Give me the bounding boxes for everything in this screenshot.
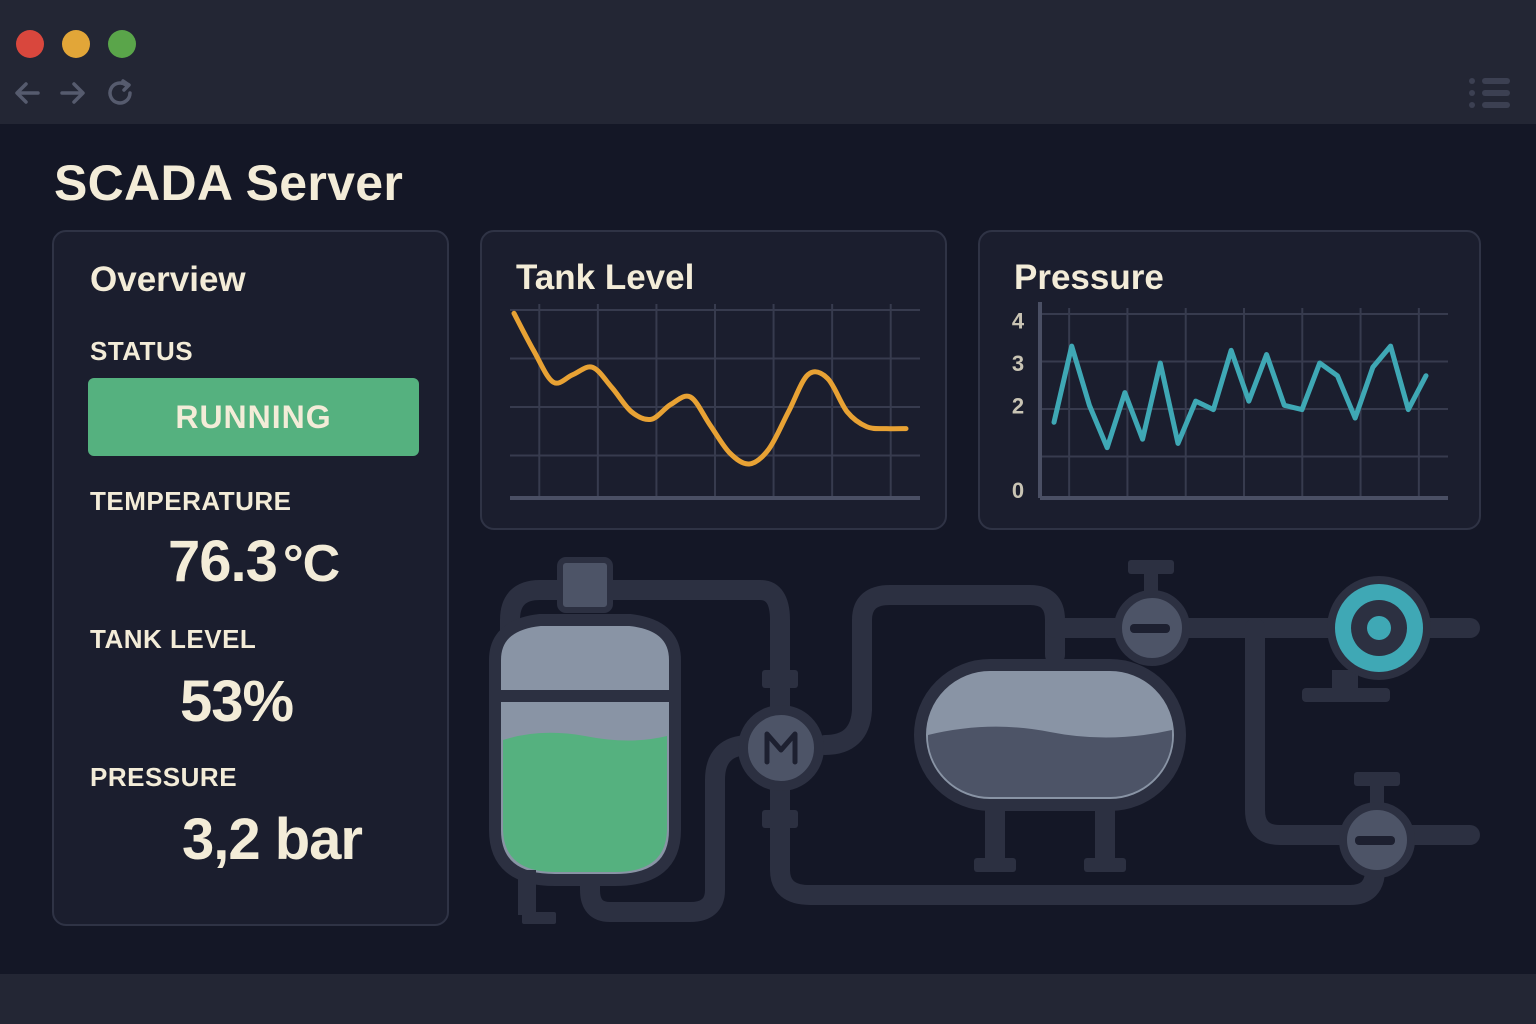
pressure-chart-title: Pressure	[1014, 258, 1164, 297]
pressure-chart: 0 2 3 4	[1012, 302, 1448, 503]
window-maximize-icon[interactable]	[108, 30, 136, 58]
back-arrow-icon[interactable]	[12, 78, 42, 108]
pressure-value: 3,2 bar	[182, 807, 363, 872]
reload-icon[interactable]	[106, 78, 136, 108]
valve-icon	[1339, 772, 1415, 878]
temperature-label: TEMPERATURE	[90, 486, 292, 516]
pump-icon	[1302, 576, 1431, 702]
status-label: STATUS	[90, 336, 194, 366]
y-tick-label: 0	[1012, 478, 1024, 503]
list-menu-icon[interactable]	[1468, 76, 1512, 110]
overview-card: Overview STATUS RUNNING TEMPERATURE 76.3…	[52, 230, 449, 926]
chart-grid	[510, 304, 920, 498]
temperature-readout: 76.3 °C	[168, 528, 340, 595]
window-minimize-icon[interactable]	[62, 30, 90, 58]
overview-title: Overview	[90, 260, 246, 299]
status-value: RUNNING	[175, 398, 332, 435]
browser-chrome	[0, 0, 1536, 124]
window-footer	[0, 974, 1536, 1024]
tank-level-label: TANK LEVEL	[90, 624, 257, 654]
tank-level-chart	[510, 304, 920, 500]
window-close-icon[interactable]	[16, 30, 44, 58]
y-tick-label: 3	[1012, 351, 1024, 376]
page-title: SCADA Server	[54, 155, 404, 211]
valve-icon	[1114, 560, 1190, 666]
tank-liquid	[503, 732, 667, 872]
y-tick-label: 4	[1012, 309, 1025, 334]
temperature-unit: °C	[282, 535, 340, 593]
chart-grid	[1040, 308, 1448, 498]
series-line	[511, 310, 909, 467]
forward-arrow-icon[interactable]	[58, 78, 88, 108]
tank-level-value: 53%	[180, 669, 294, 734]
vertical-tank	[489, 557, 681, 924]
y-tick-label: 2	[1012, 393, 1024, 418]
tank-level-chart-title: Tank Level	[516, 258, 695, 297]
pressure-label: PRESSURE	[90, 762, 238, 792]
temperature-value: 76.3	[168, 529, 278, 594]
horizontal-tank	[914, 659, 1186, 872]
status-badge: RUNNING	[88, 378, 419, 456]
process-diagram	[489, 557, 1480, 924]
